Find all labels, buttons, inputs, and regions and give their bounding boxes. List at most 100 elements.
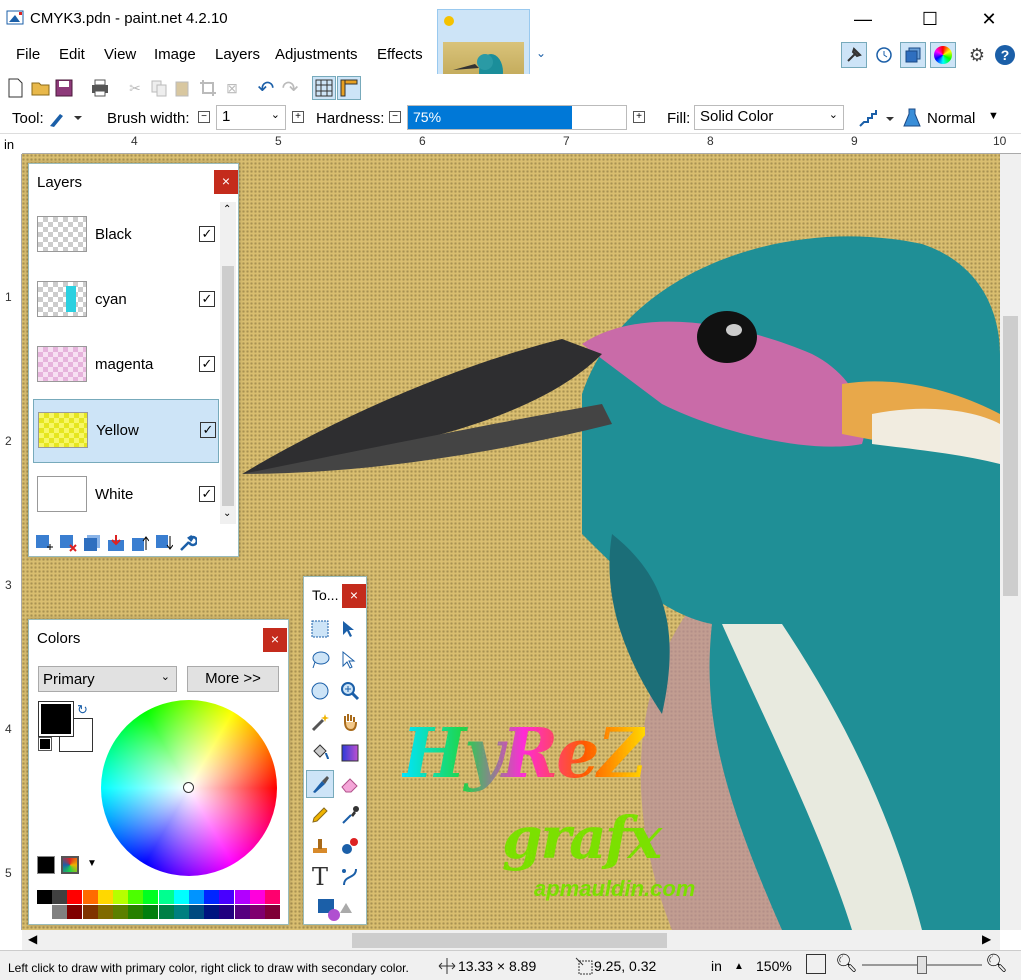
status-unit-select[interactable]: in xyxy=(711,958,722,974)
layer-row-yellow[interactable]: Yellow ✓ xyxy=(33,399,219,463)
clone-stamp-icon[interactable] xyxy=(306,832,334,860)
vertical-scrollbar[interactable] xyxy=(1000,154,1021,930)
add-layer-icon[interactable] xyxy=(33,532,54,553)
paintbrush-icon[interactable] xyxy=(306,770,334,798)
antialiasing-icon[interactable] xyxy=(857,106,897,130)
grid-toggle-icon[interactable] xyxy=(312,76,336,100)
print-icon[interactable] xyxy=(89,77,111,99)
brush-width-decrease-button[interactable]: − xyxy=(198,111,210,123)
gradient-icon[interactable] xyxy=(336,739,364,767)
help-icon[interactable]: ? xyxy=(995,45,1015,65)
move-selection-icon[interactable] xyxy=(336,646,364,674)
ellipse-select-icon[interactable] xyxy=(306,677,334,705)
menu-adjustments[interactable]: Adjustments xyxy=(275,46,358,63)
layer-visibility-checkbox[interactable]: ✓ xyxy=(199,356,215,372)
palette-swatch[interactable] xyxy=(265,905,280,919)
layer-row-white[interactable]: White ✓ xyxy=(33,464,219,528)
magic-wand-icon[interactable] xyxy=(306,708,334,736)
move-layer-up-icon[interactable] xyxy=(129,532,150,553)
zoom-slider[interactable] xyxy=(862,956,982,974)
palette-swatch[interactable] xyxy=(143,890,159,904)
palette-swatch[interactable] xyxy=(204,905,220,919)
scroll-down-arrow-icon[interactable]: ⌄ xyxy=(223,508,231,519)
layers-scrollbar[interactable]: ⌃ ⌄ xyxy=(220,202,236,524)
zoom-out-icon[interactable]: 🔍︎ xyxy=(835,953,858,974)
vertical-scroll-thumb[interactable] xyxy=(1003,316,1018,596)
brush-width-increase-button[interactable]: + xyxy=(292,111,304,123)
palette-swatch[interactable] xyxy=(52,890,68,904)
save-file-icon[interactable] xyxy=(53,77,75,99)
horizontal-scroll-thumb[interactable] xyxy=(352,933,667,948)
move-layer-down-icon[interactable] xyxy=(153,532,174,553)
palette-swatch[interactable] xyxy=(219,890,235,904)
open-file-icon[interactable] xyxy=(30,77,52,99)
recolor-icon[interactable] xyxy=(336,832,364,860)
eraser-icon[interactable] xyxy=(336,770,364,798)
menu-image[interactable]: Image xyxy=(154,46,196,63)
blend-mode-chevron-icon[interactable]: ▼ xyxy=(988,110,999,122)
palette-swatch[interactable] xyxy=(249,905,265,919)
palette-swatch[interactable] xyxy=(97,905,113,919)
hardness-increase-button[interactable]: + xyxy=(633,111,645,123)
color-wheel-handle[interactable] xyxy=(183,782,194,793)
fill-select[interactable]: Solid Color ⌄ xyxy=(694,105,844,130)
palette-swatch[interactable] xyxy=(143,905,159,919)
layer-row-cyan[interactable]: cyan ✓ xyxy=(33,269,219,333)
blend-mode-flask-icon[interactable] xyxy=(900,106,924,130)
lasso-select-icon[interactable] xyxy=(306,646,334,674)
tool-selector-paintbrush-icon[interactable] xyxy=(46,106,86,130)
zoom-to-window-icon[interactable] xyxy=(806,954,826,974)
brush-width-input[interactable]: 1 ⌄ xyxy=(216,105,286,130)
palette-swatch[interactable] xyxy=(97,890,113,904)
palette-swatch[interactable] xyxy=(234,890,250,904)
layer-visibility-checkbox[interactable]: ✓ xyxy=(199,226,215,242)
rectangle-select-icon[interactable] xyxy=(306,615,334,643)
minimize-button[interactable]: — xyxy=(840,0,886,38)
palette-swatch[interactable] xyxy=(173,890,189,904)
more-colors-button[interactable]: More >> xyxy=(187,666,279,692)
layer-visibility-checkbox[interactable]: ✓ xyxy=(200,422,216,438)
menu-effects[interactable]: Effects xyxy=(377,46,423,63)
layer-visibility-checkbox[interactable]: ✓ xyxy=(199,291,215,307)
new-file-icon[interactable] xyxy=(4,77,26,99)
zoom-slider-thumb[interactable] xyxy=(917,956,927,974)
paint-bucket-icon[interactable] xyxy=(306,739,334,767)
layer-row-black[interactable]: Black ✓ xyxy=(33,204,219,268)
tools-close-button[interactable]: × xyxy=(342,584,366,608)
rulers-toggle-icon[interactable] xyxy=(337,76,361,100)
palette-swatch[interactable] xyxy=(158,890,174,904)
close-window-button[interactable]: ✕ xyxy=(966,0,1012,38)
palette-swatch[interactable] xyxy=(113,905,128,919)
menu-layers[interactable]: Layers xyxy=(215,46,260,63)
deselect-icon[interactable]: ⊠ xyxy=(221,77,243,99)
unit-dropdown-icon[interactable]: ▲ xyxy=(734,961,744,972)
palette-swatch[interactable] xyxy=(67,890,83,904)
cut-icon[interactable]: ✂ xyxy=(124,77,146,99)
layer-visibility-checkbox[interactable]: ✓ xyxy=(199,486,215,502)
zoom-in-icon[interactable]: 🔍︎ xyxy=(985,953,1008,974)
blend-mode-select[interactable]: Normal xyxy=(927,110,975,127)
palette-swatch[interactable] xyxy=(189,905,204,919)
palette-swatch[interactable] xyxy=(128,905,144,919)
palette-swatch[interactable] xyxy=(67,905,83,919)
hardness-slider[interactable]: 75% xyxy=(407,105,627,130)
scroll-right-arrow-icon[interactable]: ▶ xyxy=(982,932,991,946)
palette-dropdown-icon[interactable]: ▼ xyxy=(87,858,97,869)
crop-icon[interactable] xyxy=(197,77,219,99)
layer-properties-wrench-icon[interactable] xyxy=(177,532,198,553)
palette-swatch[interactable] xyxy=(52,905,68,919)
layer-row-magenta[interactable]: magenta ✓ xyxy=(33,334,219,398)
colors-toggle-icon[interactable] xyxy=(930,42,956,68)
palette-swatch[interactable] xyxy=(37,905,52,919)
move-selected-pixels-icon[interactable] xyxy=(336,615,364,643)
settings-gear-icon[interactable]: ⚙ xyxy=(966,44,988,66)
menu-edit[interactable]: Edit xyxy=(59,46,85,63)
history-icon[interactable] xyxy=(873,44,895,66)
color-mode-select[interactable]: Primary ⌄ xyxy=(38,666,177,692)
palette-menu-icon[interactable] xyxy=(61,856,79,874)
palette-swatch[interactable] xyxy=(173,905,189,919)
maximize-button[interactable]: ☐ xyxy=(907,0,953,38)
reset-colors-icon[interactable] xyxy=(38,737,52,751)
copy-icon[interactable] xyxy=(148,77,170,99)
shapes-icon[interactable] xyxy=(314,895,354,923)
